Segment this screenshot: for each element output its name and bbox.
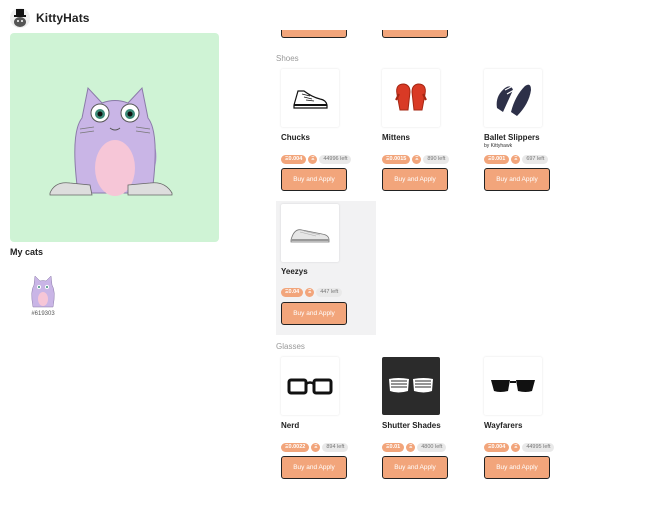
buy-and-apply-button-partial[interactable] <box>382 30 448 38</box>
section-label-shoes: Shoes <box>276 54 299 63</box>
price-row: Ξ0.01 Ξ 4800 left <box>382 443 447 452</box>
my-cats-heading: My cats <box>10 247 44 257</box>
nerd-glasses-icon <box>281 357 339 415</box>
app-title: KittyHats <box>36 11 90 25</box>
item-name: Shutter Shades <box>382 421 441 430</box>
price-row: Ξ0.04 Ξ 447 left <box>281 288 343 297</box>
item-name: Ballet Slippers <box>484 133 540 142</box>
buy-and-apply-button[interactable]: Buy and Apply <box>281 456 347 479</box>
app-brand[interactable]: KittyHats <box>10 8 90 28</box>
price-badge: Ξ0.0015 <box>382 155 411 164</box>
item-name: Nerd <box>281 421 300 430</box>
shop-item-mittens[interactable]: Mittens Ξ0.0015 Ξ 890 left Buy and Apply <box>377 69 467 193</box>
price-badge: Ξ0.01 <box>382 443 405 452</box>
stock-badge: 4800 left <box>417 443 447 452</box>
ether-icon: Ξ <box>412 155 422 164</box>
price-badge: Ξ0.004 <box>281 155 307 164</box>
buy-and-apply-button[interactable]: Buy and Apply <box>382 168 448 191</box>
price-badge: Ξ0.004 <box>484 443 510 452</box>
stock-badge: 44995 left <box>522 443 555 452</box>
cat-preview <box>10 33 219 242</box>
section-label-glasses: Glasses <box>276 342 305 351</box>
stock-badge: 447 left <box>316 288 343 297</box>
ether-icon: Ξ <box>305 288 315 297</box>
price-badge: Ξ0.0022 <box>281 443 310 452</box>
shop-item-chucks[interactable]: Chucks Ξ0.004 Ξ 44996 left Buy and Apply <box>276 69 366 193</box>
item-name: Wayfarers <box>484 421 523 430</box>
buy-and-apply-button[interactable]: Buy and Apply <box>281 168 347 191</box>
shop-item-nerd[interactable]: Nerd Ξ0.0022 Ξ 894 left Buy and Apply <box>276 357 366 481</box>
shop-item-shutter-shades[interactable]: Shutter Shades Ξ0.01 Ξ 4800 left Buy and… <box>377 357 467 481</box>
buy-and-apply-button[interactable]: Buy and Apply <box>484 168 550 191</box>
cat-illustration <box>49 86 173 196</box>
shop-item-ballet-slippers[interactable]: Ballet Slippers by Kittyhawk Ξ0.001 Ξ 69… <box>479 69 569 193</box>
buy-and-apply-button[interactable]: Buy and Apply <box>484 456 550 479</box>
mittens-icon <box>382 69 440 127</box>
buy-and-apply-button-partial[interactable] <box>281 30 347 38</box>
yeezy-icon <box>281 204 339 262</box>
item-name: Mittens <box>382 133 410 142</box>
buy-and-apply-button[interactable]: Buy and Apply <box>281 302 347 325</box>
ether-icon: Ξ <box>511 443 521 452</box>
cat-thumbnail[interactable] <box>24 271 62 309</box>
shutter-shades-icon <box>382 357 440 415</box>
stock-badge: 697 left <box>522 155 549 164</box>
cat-id-label: #619303 <box>31 311 55 317</box>
kittyhats-logo-icon <box>10 8 30 28</box>
stock-badge: 44996 left <box>319 155 352 164</box>
ether-icon: Ξ <box>308 155 318 164</box>
ether-icon: Ξ <box>406 443 416 452</box>
stock-badge: 890 left <box>423 155 450 164</box>
item-name: Chucks <box>281 133 310 142</box>
shop-item-yeezys[interactable]: Yeezys Ξ0.04 Ξ 447 left Buy and Apply <box>276 201 376 335</box>
price-row: Ξ0.001 Ξ 697 left <box>484 155 549 164</box>
ether-icon: Ξ <box>511 155 521 164</box>
wayfarers-icon <box>484 357 542 415</box>
buy-and-apply-button[interactable]: Buy and Apply <box>382 456 448 479</box>
item-byline: by Kittyhawk <box>484 143 513 149</box>
price-badge: Ξ0.04 <box>281 288 304 297</box>
item-name: Yeezys <box>281 267 308 276</box>
shop-item-wayfarers[interactable]: Wayfarers Ξ0.004 Ξ 44995 left Buy and Ap… <box>479 357 569 481</box>
ballet-slippers-icon <box>484 69 542 127</box>
price-row: Ξ0.0015 Ξ 890 left <box>382 155 450 164</box>
sneaker-icon <box>281 69 339 127</box>
price-row: Ξ0.0022 Ξ 894 left <box>281 443 349 452</box>
price-row: Ξ0.004 Ξ 44996 left <box>281 155 352 164</box>
price-badge: Ξ0.001 <box>484 155 510 164</box>
stock-badge: 894 left <box>322 443 349 452</box>
price-row: Ξ0.004 Ξ 44995 left <box>484 443 555 452</box>
ether-icon: Ξ <box>311 443 321 452</box>
